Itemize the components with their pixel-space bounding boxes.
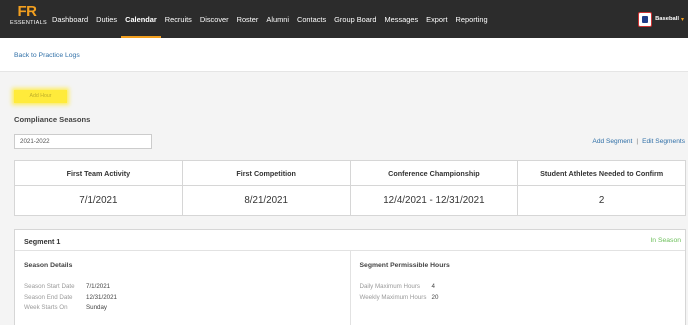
nav-item-export[interactable]: Export <box>422 0 451 38</box>
nav-item-messages[interactable]: Messages <box>380 0 422 38</box>
link-separator: | <box>636 138 639 145</box>
hours-value: 4 <box>431 283 435 290</box>
detail-label: Season Start Date <box>24 283 75 290</box>
chevron-down-icon: ▾ <box>680 16 684 23</box>
edit-segments-link[interactable]: Edit Segments <box>642 138 685 145</box>
column-header: Conference Championship <box>350 161 518 186</box>
detail-value: 12/31/2021 <box>86 293 117 301</box>
detail-value: Sunday <box>86 304 107 311</box>
detail-row: Week Starts On Sunday <box>24 303 117 314</box>
hours-row: Weekly Maximum Hours 20 <box>360 293 439 304</box>
main-content: Add Hour Compliance Seasons 2021-2022 Ad… <box>0 72 688 325</box>
compliance-seasons-title: Compliance Seasons <box>14 115 91 124</box>
fr-essentials-logo[interactable]: FR ESSENTIALS <box>10 3 47 34</box>
detail-label: Week Starts On <box>24 304 68 311</box>
detail-value: 7/1/2021 <box>86 283 111 290</box>
permissible-hours-title: Segment Permissible Hours <box>359 262 450 269</box>
segment-body: Season Details Season Start Date 7/1/202… <box>15 251 685 325</box>
back-link-bar: Back to Practice Logs <box>0 38 688 72</box>
hours-label: Weekly Maximum Hours <box>359 293 427 301</box>
segment-title: Segment 1 <box>24 237 61 246</box>
logo-sub-text: ESSENTIALS <box>10 20 47 26</box>
column-value: 8/21/2021 <box>244 195 288 206</box>
detail-row: Season Start Date 7/1/2021 <box>24 282 117 293</box>
segment-panel: Segment 1 In Season Season Details Seaso… <box>14 229 686 325</box>
column-header: First Competition <box>182 161 350 186</box>
season-details-title: Season Details <box>24 262 73 269</box>
permissible-hours-section: Segment Permissible Hours Daily Maximum … <box>351 251 686 325</box>
nav-item-contacts[interactable]: Contacts <box>293 0 330 38</box>
compliance-column: Student Athletes Needed to Confirm 2 <box>518 161 685 215</box>
nav-item-dashboard[interactable]: Dashboard <box>48 0 92 38</box>
season-details-section: Season Details Season Start Date 7/1/202… <box>15 251 351 325</box>
permissible-hours-list: Daily Maximum Hours 4 Weekly Maximum Hou… <box>360 282 439 303</box>
season-select[interactable]: 2021-2022 <box>14 134 152 149</box>
segment-status-badge: In Season <box>650 237 681 244</box>
back-to-practice-logs-link[interactable]: Back to Practice Logs <box>14 52 80 59</box>
segment-header: Segment 1 In Season <box>15 230 685 251</box>
nav-item-calendar[interactable]: Calendar <box>121 0 161 38</box>
compliance-column: Conference Championship 12/4/2021 - 12/3… <box>350 161 519 215</box>
compliance-column: First Competition 8/21/2021 <box>182 161 351 215</box>
column-value: 2 <box>598 195 605 206</box>
logo-main-text: FR <box>17 3 38 20</box>
column-header: Student Athletes Needed to Confirm <box>518 161 685 186</box>
top-navbar: FR ESSENTIALS Dashboard Duties Calendar … <box>0 0 688 38</box>
team-logo-icon <box>638 11 653 27</box>
detail-row: Season End Date 12/31/2021 <box>24 293 117 304</box>
detail-label: Season End Date <box>24 293 73 301</box>
team-switcher[interactable]: Baseball ▾ <box>638 11 684 27</box>
main-nav: Dashboard Duties Calendar Recruits Disco… <box>48 0 492 38</box>
hours-row: Daily Maximum Hours 4 <box>360 282 439 293</box>
nav-item-roster[interactable]: Roster <box>233 0 263 38</box>
column-header: First Team Activity <box>15 161 182 186</box>
season-details-list: Season Start Date 7/1/2021 Season End Da… <box>24 282 117 314</box>
compliance-column: First Team Activity 7/1/2021 <box>15 161 183 215</box>
team-name: Baseball <box>655 16 679 22</box>
nav-item-discover[interactable]: Discover <box>196 0 233 38</box>
nav-item-reporting[interactable]: Reporting <box>452 0 492 38</box>
hours-value: 20 <box>431 293 439 301</box>
compliance-table: First Team Activity 7/1/2021 First Compe… <box>14 160 686 216</box>
nav-item-group-board[interactable]: Group Board <box>330 0 380 38</box>
add-hour-button[interactable]: Add Hour <box>14 90 67 103</box>
add-segment-link[interactable]: Add Segment <box>592 138 632 145</box>
nav-item-alumni[interactable]: Alumni <box>262 0 293 38</box>
nav-item-recruits[interactable]: Recruits <box>161 0 196 38</box>
column-value: 7/1/2021 <box>79 195 118 206</box>
column-value: 12/4/2021 - 12/31/2021 <box>383 195 485 206</box>
hours-label: Daily Maximum Hours <box>359 283 421 290</box>
nav-item-duties[interactable]: Duties <box>92 0 121 38</box>
segment-links: Add Segment | Edit Segments <box>592 138 685 145</box>
